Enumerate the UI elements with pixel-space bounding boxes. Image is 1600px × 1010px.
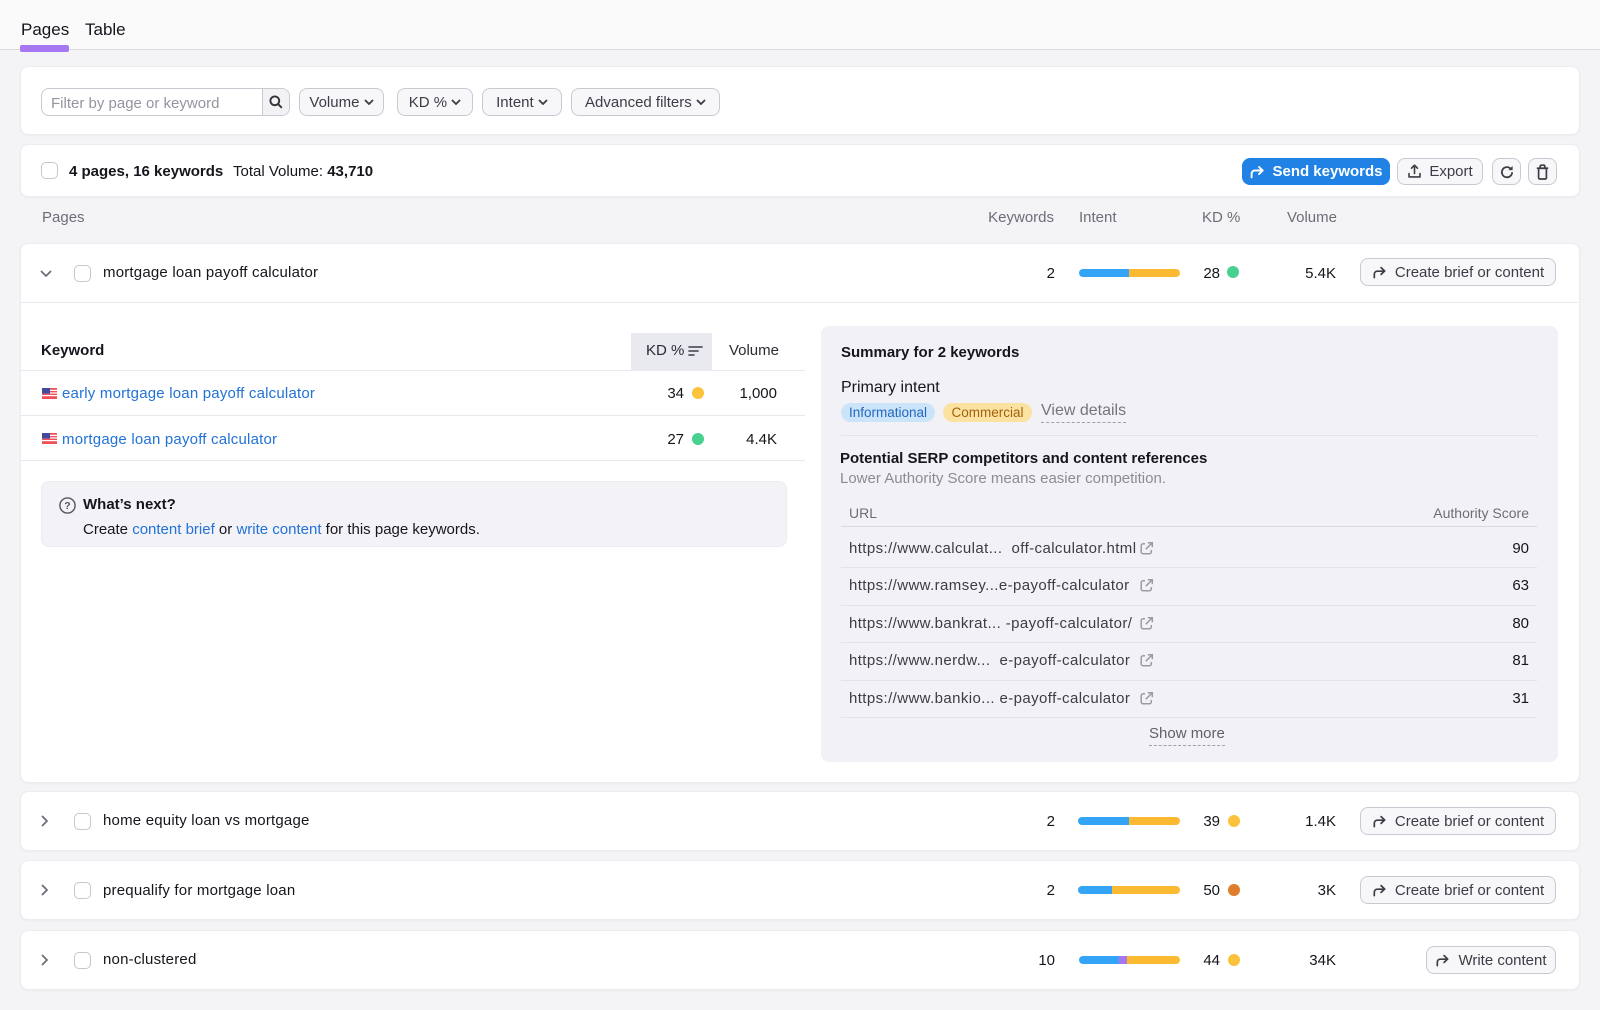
svg-text:?: ? bbox=[64, 500, 70, 512]
